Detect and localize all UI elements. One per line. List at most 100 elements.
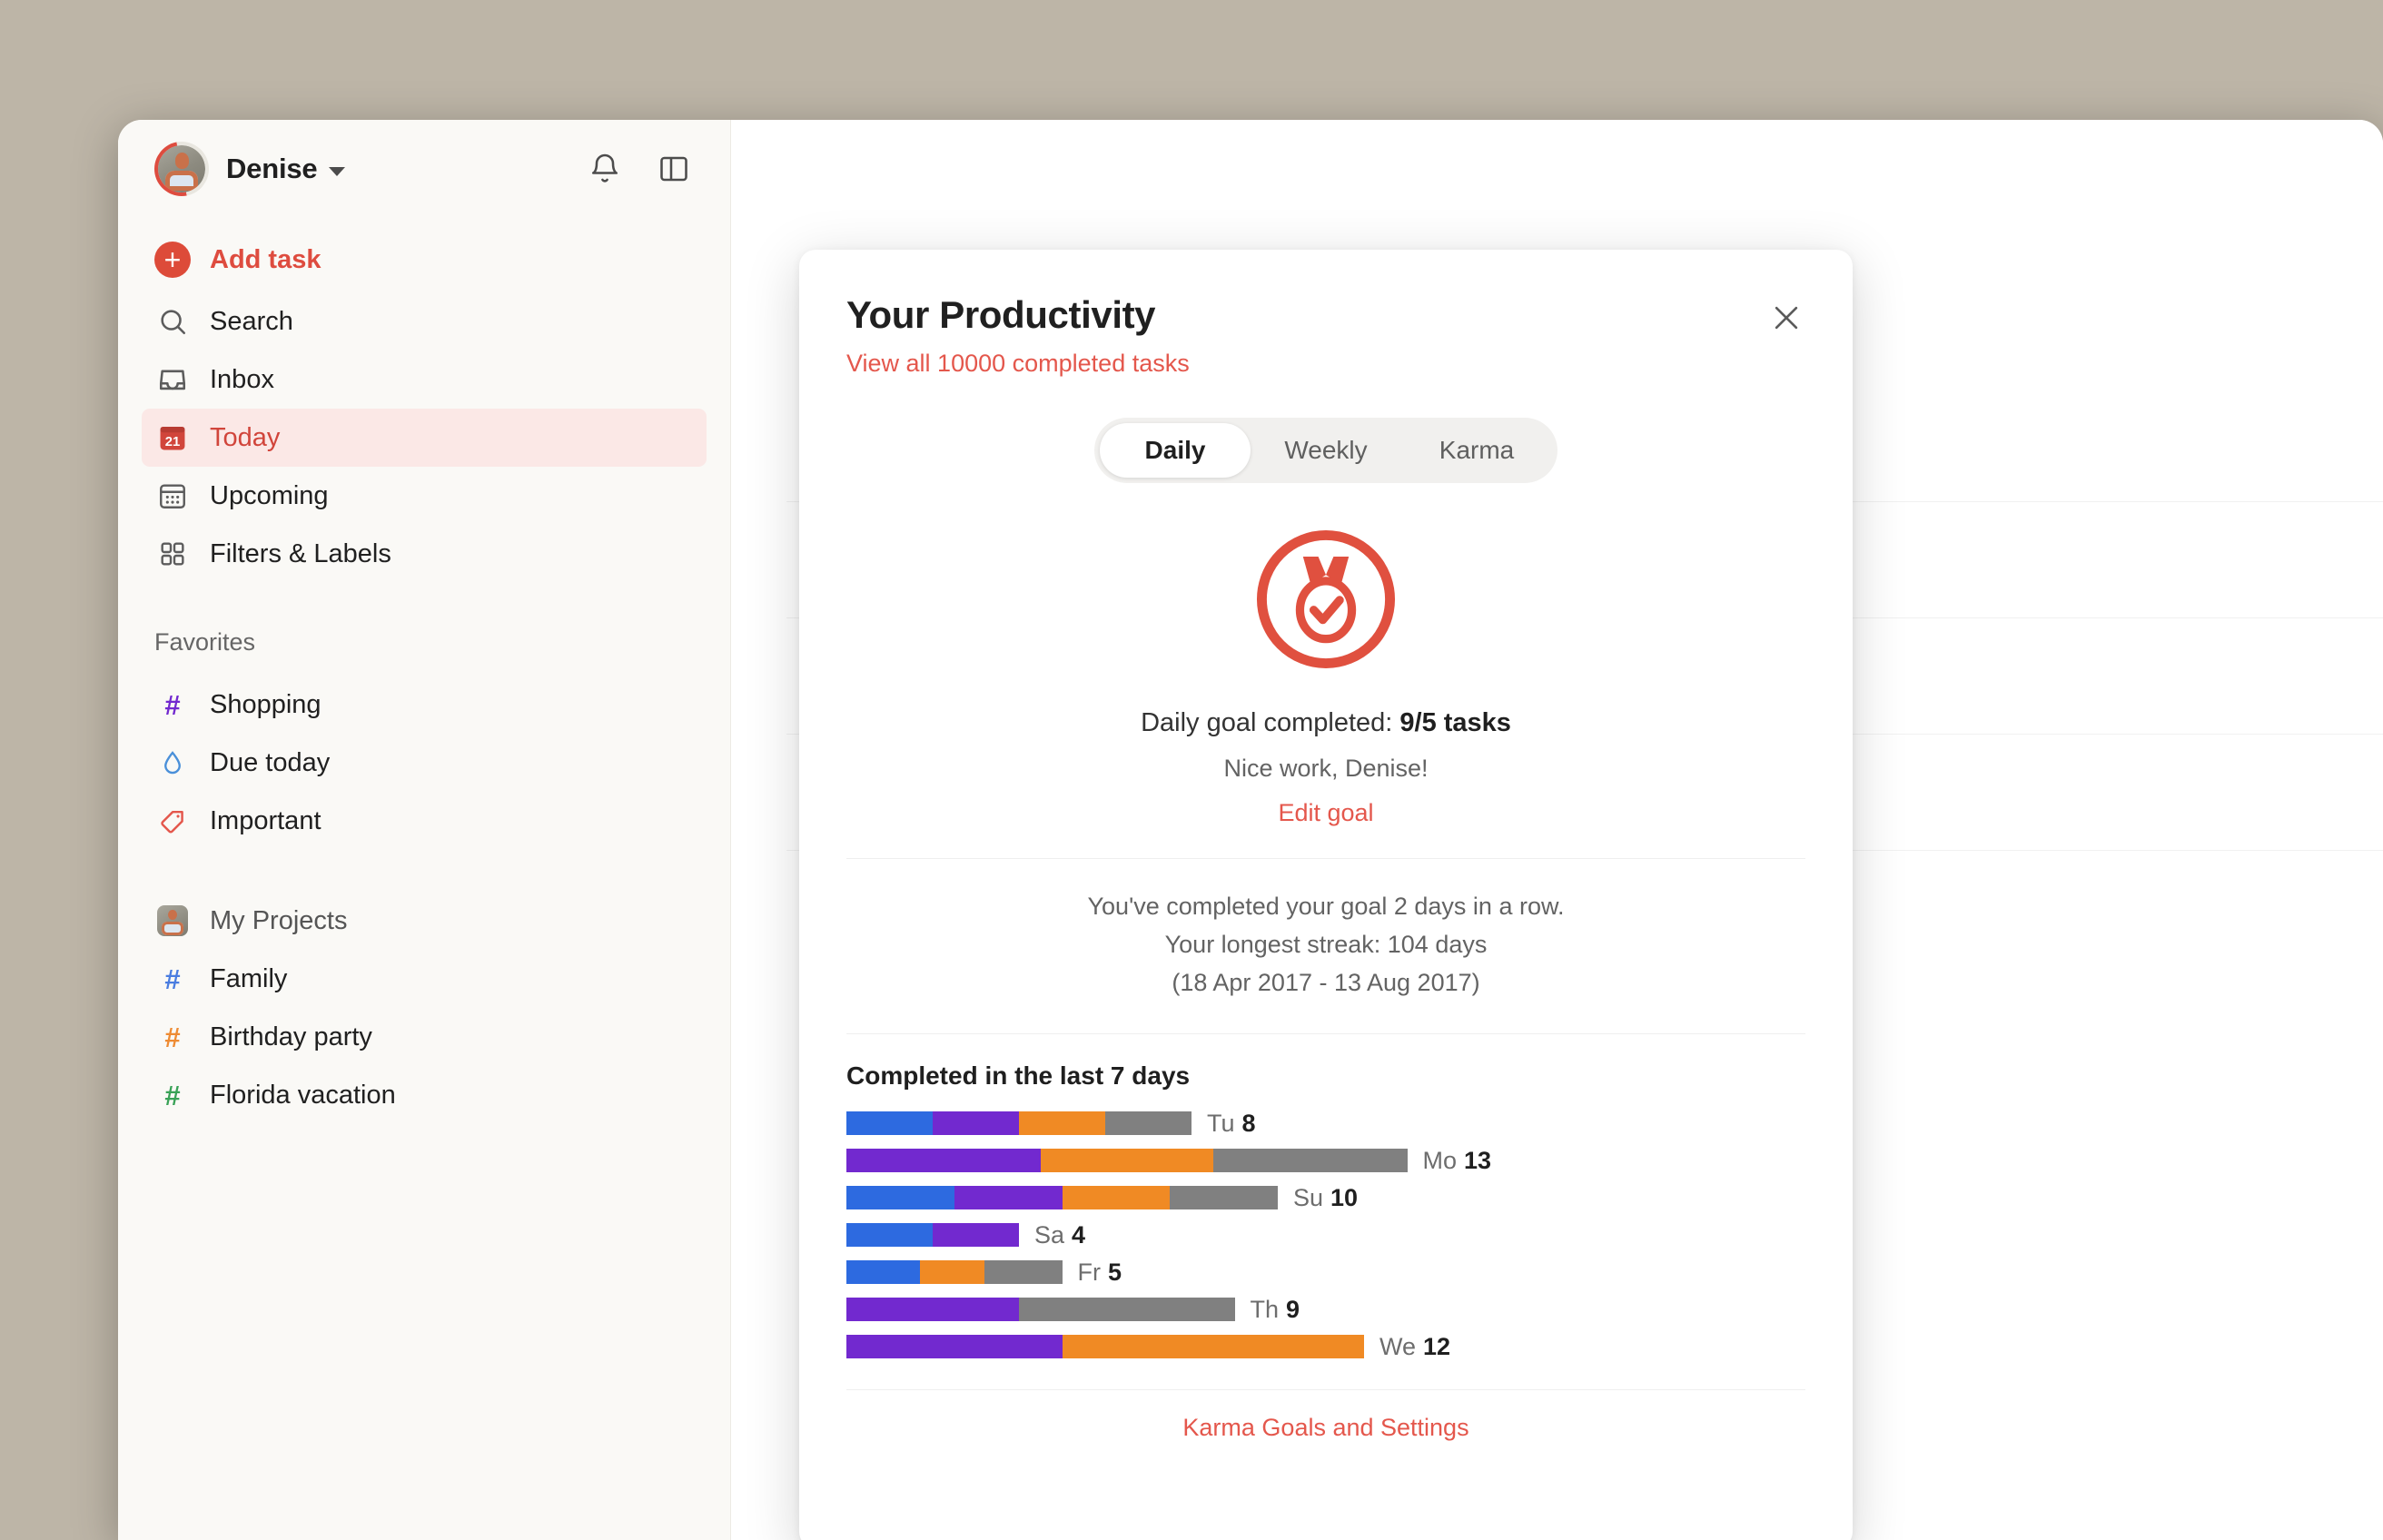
svg-text:21: 21 [165, 435, 181, 449]
sidebar-item-birthday-party[interactable]: # Birthday party [142, 1008, 707, 1066]
chart-bar-label: Mo 13 [1423, 1147, 1492, 1175]
sidebar-item-add-task[interactable]: + Add task [142, 231, 707, 289]
sidebar-item-inbox[interactable]: Inbox [142, 350, 707, 409]
sidebar-nav: + Add task Search Inbox 21 Today Upcomin… [142, 231, 707, 1124]
karma-goals-settings-link[interactable]: Karma Goals and Settings [846, 1414, 1805, 1442]
chart-bar-segment [984, 1260, 1063, 1285]
tab-group: Daily Weekly Karma [1094, 418, 1557, 483]
chart-bar-row: Sa 4 [846, 1217, 1805, 1254]
page-title: Your Productivity [846, 293, 1156, 336]
app-window: Denise + Add task Search Inbox 21 Today … [118, 120, 2383, 1540]
sidebar-item-due-today[interactable]: Due today [142, 734, 707, 792]
sidebar-item-important[interactable]: Important [142, 792, 707, 850]
sidebar-item-florida-vacation[interactable]: # Florida vacation [142, 1066, 707, 1124]
sidebar-item-label: Florida vacation [210, 1080, 396, 1110]
sidebar-item-my-projects[interactable]: My Projects [142, 892, 707, 950]
sidebar-item-label: Add task [210, 244, 321, 274]
sidebar-item-filters-labels[interactable]: Filters & Labels [142, 525, 707, 583]
calendar-21-icon: 21 [154, 422, 191, 453]
hash-icon: # [164, 962, 181, 995]
chart-bar-value: 8 [1241, 1109, 1256, 1137]
chart-bar-row: Th 9 [846, 1291, 1805, 1328]
chart-bar-value: 9 [1286, 1295, 1300, 1323]
chart-bar-segment [1105, 1111, 1192, 1136]
sidebar-item-label: Today [210, 422, 281, 452]
sidebar-item-family[interactable]: # Family [142, 950, 707, 1008]
sidebar-item-label: My Projects [210, 905, 348, 935]
avatar[interactable] [143, 131, 220, 207]
sidebar-item-label: Inbox [210, 364, 274, 394]
chart-bar [846, 1223, 1019, 1248]
sidebar-item-label: Birthday party [210, 1022, 372, 1051]
chart-bar-day: Fr [1077, 1258, 1101, 1286]
chart-bar [846, 1335, 1364, 1359]
chart-bar-segment [933, 1111, 1019, 1136]
tab-daily[interactable]: Daily [1100, 423, 1251, 478]
chart-bar-segment [1040, 1149, 1213, 1173]
chart-bar-day: Tu [1207, 1109, 1235, 1137]
divider [846, 858, 1805, 859]
chart-bar-label: Th 9 [1251, 1296, 1300, 1324]
sidebar-item-label: Important [210, 805, 321, 835]
weekly-completion-chart: Tu 8 Mo 13 Su 10 Sa 4 Fr 5 Th 9 We 12 [846, 1105, 1805, 1366]
bell-icon[interactable] [585, 149, 625, 189]
close-icon[interactable] [1762, 293, 1811, 342]
sidebar-item-today[interactable]: 21 Today [142, 409, 707, 467]
chart-title: Completed in the last 7 days [846, 1061, 1191, 1090]
view-completed-tasks-link[interactable]: View all 10000 completed tasks [846, 350, 1805, 378]
chevron-down-icon[interactable] [329, 166, 346, 176]
chart-bar-segment [846, 1298, 1019, 1322]
hash-icon: # [164, 1021, 181, 1053]
streak-info: You've completed your goal 2 days in a r… [846, 888, 1805, 1002]
chart-bar [846, 1186, 1278, 1210]
chart-bar-value: 13 [1464, 1146, 1492, 1174]
medal-check-icon [846, 523, 1805, 676]
chart-bar-day: Sa [1034, 1220, 1065, 1249]
calendar-grid-icon [154, 480, 191, 511]
tag-icon [154, 807, 191, 835]
sidebar-header: Denise [142, 120, 707, 218]
chart-bar-segment [846, 1186, 954, 1210]
tab-weekly[interactable]: Weekly [1251, 423, 1401, 478]
sidebar-item-shopping[interactable]: # Shopping [142, 676, 707, 734]
chart-bar [846, 1149, 1408, 1173]
chart-bar-value: 5 [1107, 1258, 1122, 1286]
chart-bar-segment [846, 1223, 933, 1248]
chart-bar-segment [954, 1186, 1063, 1210]
sidebar-item-label: Search [210, 306, 293, 336]
chart-bar-day: Su [1293, 1183, 1324, 1211]
chart-bar-segment [846, 1149, 1041, 1173]
search-icon [154, 306, 191, 337]
chart-bar-value: 10 [1330, 1183, 1359, 1211]
sidebar: Denise + Add task Search Inbox 21 Today … [118, 120, 731, 1540]
grid-squares-icon [154, 539, 191, 568]
chart-bar-value: 4 [1072, 1220, 1086, 1249]
droplet-icon [154, 749, 191, 776]
chart-bar-label: Su 10 [1293, 1184, 1358, 1212]
chart-bar-value: 12 [1423, 1332, 1451, 1360]
avatar-icon [154, 905, 191, 936]
sidebar-item-search[interactable]: Search [142, 292, 707, 350]
chart-bar [846, 1298, 1235, 1322]
sidebar-item-label: Filters & Labels [210, 538, 391, 568]
daily-goal-status: Daily goal completed: 9/5 tasks [846, 708, 1805, 738]
edit-goal-link[interactable]: Edit goal [846, 799, 1805, 827]
sidebar-toggle-icon[interactable] [654, 149, 694, 189]
sidebar-item-label: Shopping [210, 689, 321, 719]
chart-bar-segment [933, 1223, 1019, 1248]
streak-longest: Your longest streak: 104 days [1164, 930, 1488, 958]
chart-bar-row: Tu 8 [846, 1105, 1805, 1142]
sidebar-item-upcoming[interactable]: Upcoming [142, 467, 707, 525]
chart-bar-label: We 12 [1379, 1333, 1450, 1361]
user-name[interactable]: Denise [226, 153, 318, 185]
chart-bar-segment [846, 1260, 920, 1285]
sidebar-item-label: Upcoming [210, 480, 329, 510]
chart-bar-row: Fr 5 [846, 1254, 1805, 1291]
daily-goal-prefix: Daily goal completed: [1141, 708, 1400, 737]
tab-karma[interactable]: Karma [1401, 423, 1552, 478]
hash-icon: # [164, 688, 181, 721]
chart-bar-row: Mo 13 [846, 1142, 1805, 1180]
sidebar-header-actions [585, 149, 694, 189]
chart-bar-day: Th [1250, 1295, 1280, 1323]
chart-bar-segment [1019, 1111, 1105, 1136]
